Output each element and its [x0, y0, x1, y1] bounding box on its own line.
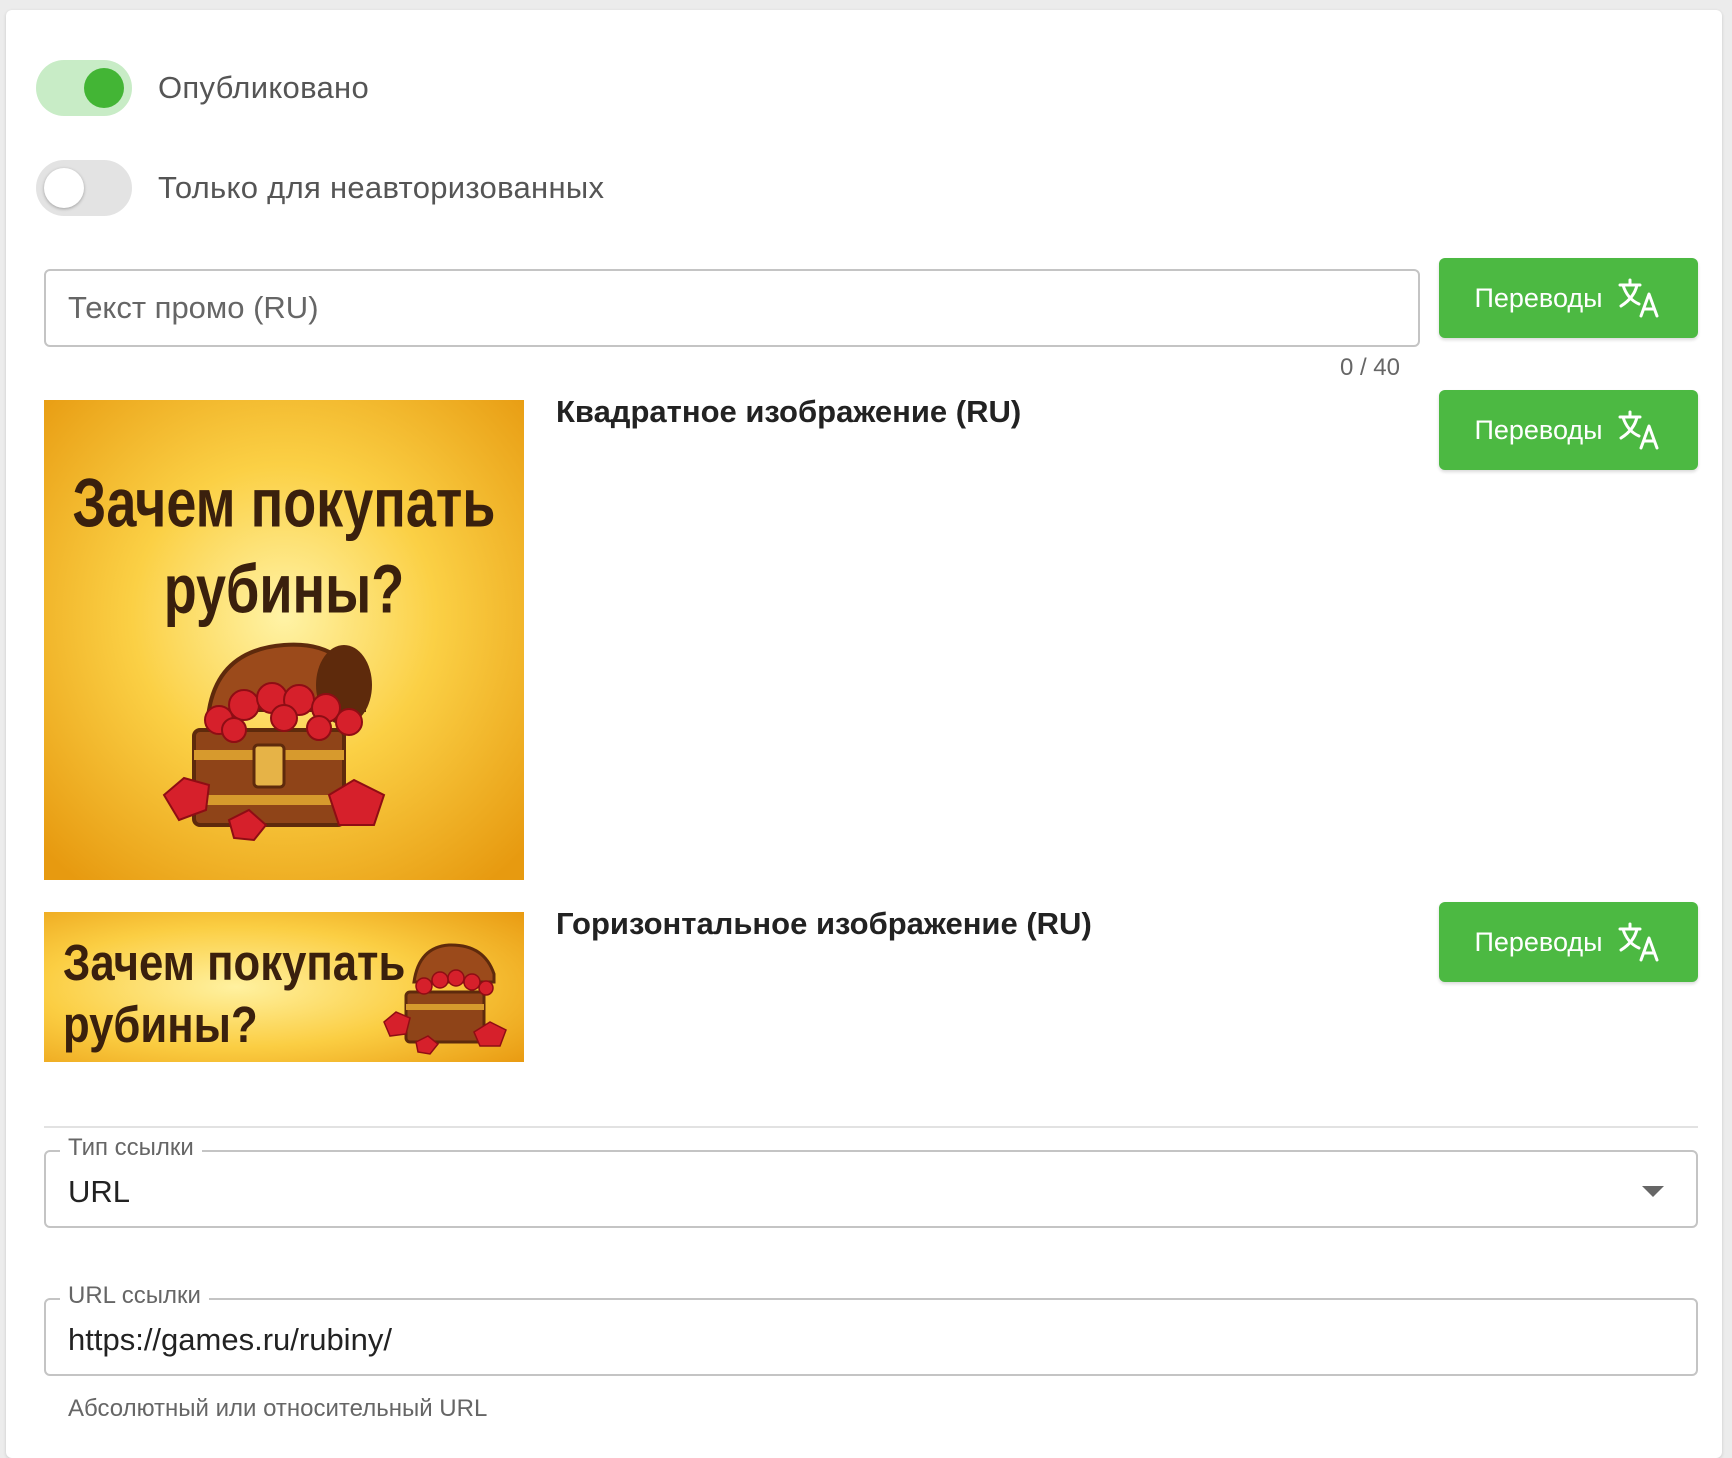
translate-icon	[1618, 278, 1659, 318]
horizontal-image-translations-button[interactable]: Переводы	[1439, 902, 1698, 982]
link-type-select[interactable]: Тип ссылки URL	[44, 1134, 1698, 1228]
square-image-title: Квадратное изображение (RU)	[556, 394, 1022, 429]
translations-button-label: Переводы	[1474, 414, 1603, 445]
translate-icon	[1618, 410, 1659, 450]
published-label: Опубликовано	[158, 70, 369, 105]
dropdown-arrow-icon[interactable]	[1642, 1186, 1664, 1197]
promo-edit-form: Опубликовано Только для неавторизованных…	[6, 10, 1722, 1458]
square-image-translations-button[interactable]: Переводы	[1439, 390, 1698, 470]
horizontal-banner-line2: рубины?	[63, 997, 258, 1054]
horizontal-banner-line1: Зачем покупать	[63, 935, 405, 992]
link-type-value: URL	[68, 1174, 131, 1209]
translations-button-label: Переводы	[1474, 282, 1603, 313]
switch-knob	[44, 168, 84, 208]
guests-only-label: Только для неавторизованных	[158, 170, 605, 205]
guests-only-switch[interactable]	[36, 160, 132, 216]
published-switch[interactable]	[36, 60, 132, 116]
horizontal-image-preview[interactable]: Зачем покупать рубины?	[44, 912, 524, 1062]
link-url-label: URL ссылки	[60, 1282, 209, 1310]
switch-knob	[84, 68, 124, 108]
link-url-value[interactable]: https://games.ru/rubiny/	[68, 1322, 392, 1358]
link-url-helper-text: Абсолютный или относительный URL	[68, 1395, 488, 1422]
published-toggle-row: Опубликовано	[36, 60, 369, 116]
link-url-field[interactable]: URL ссылки https://games.ru/rubiny/	[44, 1282, 1698, 1376]
promo-text-translations-button[interactable]: Переводы	[1439, 258, 1698, 338]
square-image-preview[interactable]: Зачем покупать рубины?	[44, 400, 524, 880]
promo-text-input[interactable]	[44, 269, 1420, 347]
guests-only-toggle-row: Только для неавторизованных	[36, 160, 604, 216]
link-type-label: Тип ссылки	[60, 1134, 202, 1162]
translations-button-label: Переводы	[1474, 926, 1603, 957]
horizontal-image-title: Горизонтальное изображение (RU)	[556, 906, 1092, 941]
square-banner-line1: Зачем покупать	[73, 465, 496, 542]
translate-icon	[1618, 922, 1659, 962]
promo-text-counter: 0 / 40	[1339, 354, 1400, 381]
square-banner-line2: рубины?	[164, 551, 405, 628]
section-divider	[44, 1126, 1698, 1128]
